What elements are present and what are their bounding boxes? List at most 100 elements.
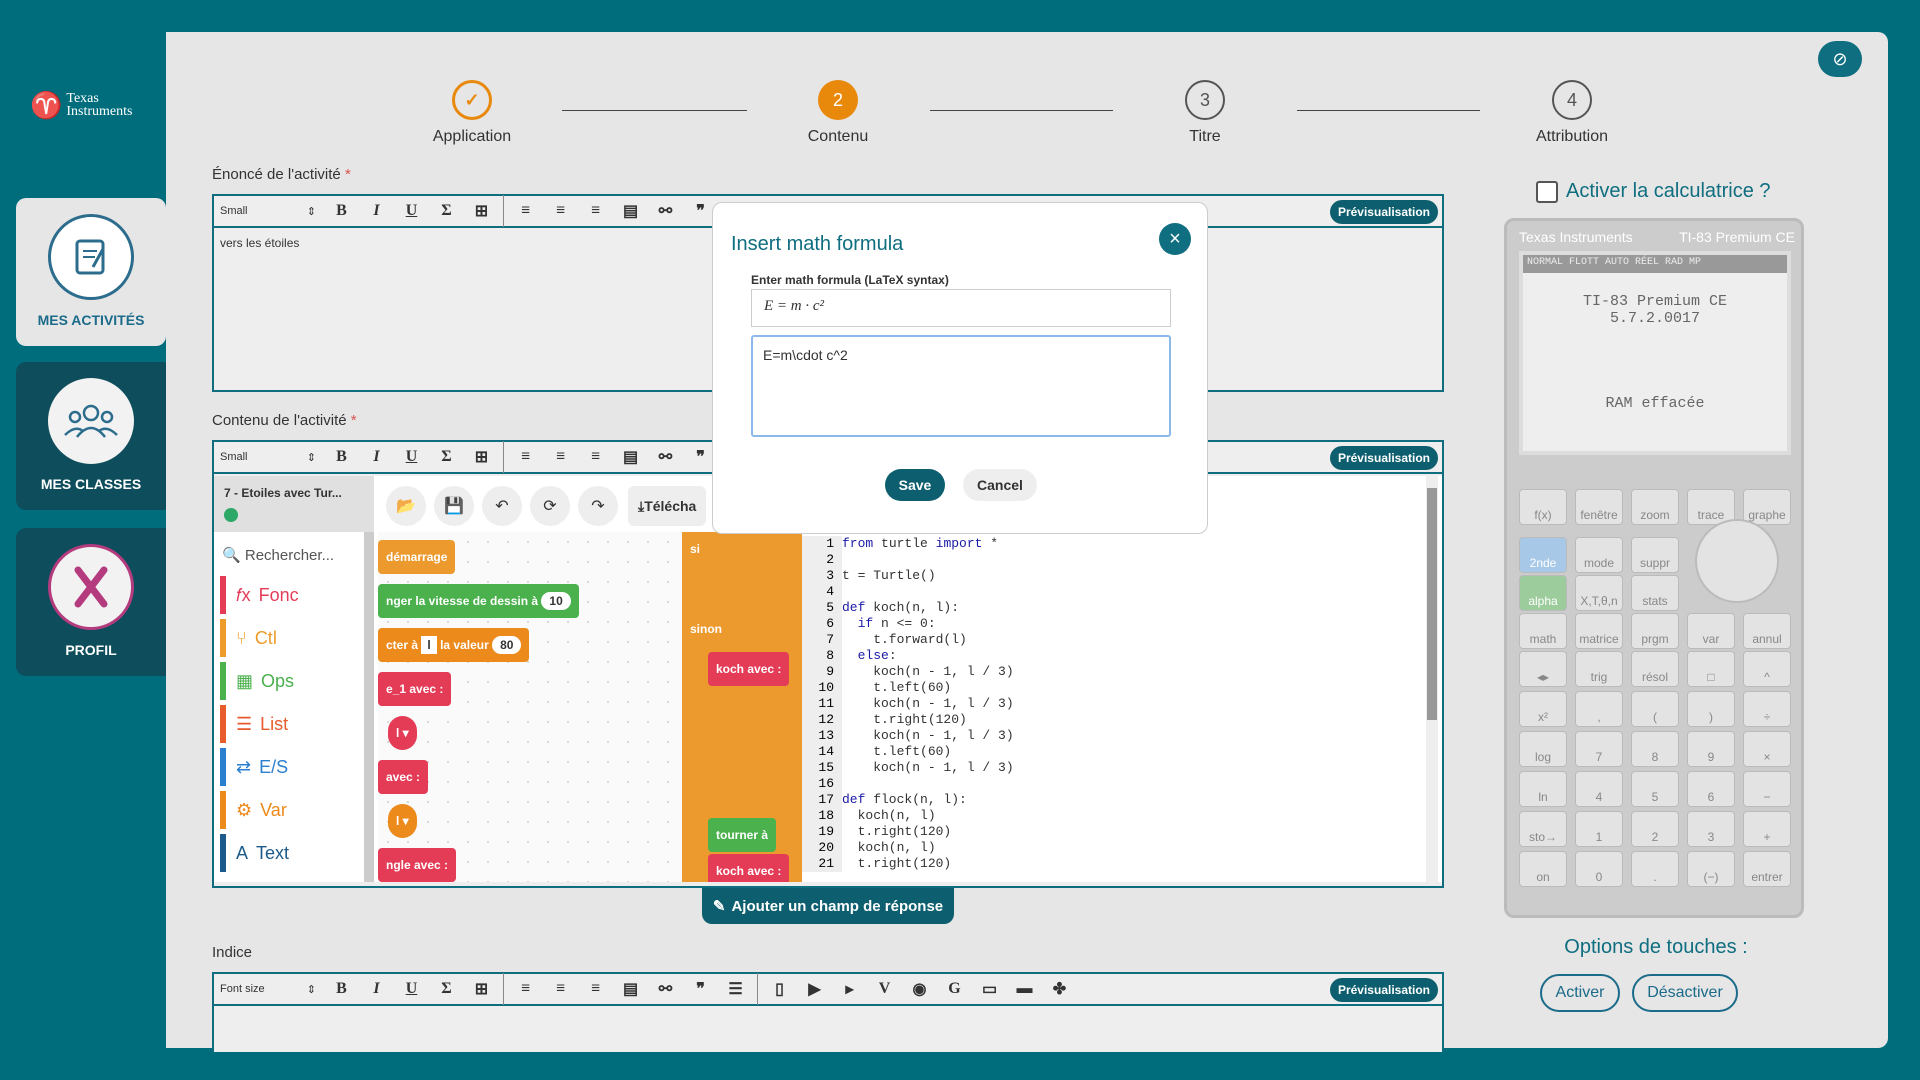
calc-key[interactable]: 2nde — [1519, 537, 1567, 573]
align-center-icon[interactable]: ≡ — [543, 202, 578, 220]
python-icon[interactable]: ✤ — [1042, 979, 1077, 999]
file-icon[interactable]: ▤ — [613, 979, 648, 999]
calc-key[interactable]: 0 — [1575, 851, 1623, 887]
bold-button[interactable]: B — [324, 448, 359, 466]
calc-key[interactable]: ÷ — [1743, 691, 1791, 727]
code-line[interactable]: 9 koch(n - 1, l / 3) — [802, 664, 1182, 680]
code-line[interactable]: 16 — [802, 776, 1182, 792]
youtube-icon[interactable]: ▶ — [797, 979, 832, 999]
calc-key[interactable]: 3 — [1687, 811, 1735, 847]
font-size-select[interactable]: Font size ⇕ — [220, 983, 324, 996]
calc-key[interactable]: ◂▸ — [1519, 651, 1567, 687]
calc-key[interactable]: var — [1687, 613, 1735, 649]
undo-icon[interactable]: ↶ — [482, 486, 522, 526]
table-icon[interactable]: ⊞ — [464, 201, 499, 221]
step-attribution[interactable]: 4 Attribution — [1502, 80, 1642, 146]
align-left-icon[interactable]: ≡ — [508, 980, 543, 998]
code-line[interactable]: 5 def koch(n, l): — [802, 600, 1182, 616]
cancel-button[interactable]: Cancel — [963, 469, 1037, 501]
calc-key[interactable]: matrice — [1575, 613, 1623, 649]
calc-key[interactable]: sto→ — [1519, 811, 1567, 847]
code-line[interactable]: 20 koch(n, l) — [802, 840, 1182, 856]
align-center-icon[interactable]: ≡ — [543, 980, 578, 998]
sync-icon[interactable]: ⟳ — [530, 486, 570, 526]
calc-key[interactable]: . — [1631, 851, 1679, 887]
code-line[interactable]: 8 else: — [802, 648, 1182, 664]
calc-key[interactable]: annul — [1743, 613, 1791, 649]
sigma-icon[interactable]: Σ — [429, 980, 464, 998]
iframe-icon[interactable]: ▭ — [972, 979, 1007, 999]
calc-key[interactable]: ( — [1631, 691, 1679, 727]
calc-key[interactable]: suppr — [1631, 537, 1679, 573]
category-var[interactable]: ⚙ Var — [220, 791, 360, 829]
calc-key[interactable]: − — [1743, 771, 1791, 807]
code-line[interactable]: 2 — [802, 552, 1182, 568]
code-line[interactable]: 3t = Turtle() — [802, 568, 1182, 584]
pdf-icon[interactable]: ▯ — [762, 979, 797, 999]
calc-key[interactable]: + — [1743, 811, 1791, 847]
bold-button[interactable]: B — [324, 202, 359, 220]
scroll-thumb[interactable] — [1427, 488, 1437, 720]
embed-icon[interactable]: ▬ — [1007, 980, 1042, 998]
step-application[interactable]: ✓ Application — [402, 80, 542, 146]
calc-key[interactable]: ) — [1687, 691, 1735, 727]
calc-key[interactable]: 4 — [1575, 771, 1623, 807]
call-block[interactable]: ngle avec : — [378, 848, 457, 882]
align-right-icon[interactable]: ≡ — [578, 980, 613, 998]
start-block[interactable]: démarrage — [378, 540, 456, 574]
block-canvas[interactable]: démarrage nger la vitesse de dessin à 10… — [378, 532, 802, 882]
code-line[interactable]: 10 t.left(60) — [802, 680, 1182, 696]
step-content[interactable]: 2 Contenu — [768, 80, 908, 146]
underline-button[interactable]: U — [394, 448, 429, 466]
code-line[interactable]: 4 — [802, 584, 1182, 600]
font-size-select[interactable]: Small ⇕ — [220, 205, 324, 218]
redo-icon[interactable]: ↷ — [578, 486, 618, 526]
calc-key[interactable]: (−) — [1687, 851, 1735, 887]
calc-key[interactable]: ^ — [1743, 651, 1791, 687]
align-left-icon[interactable]: ≡ — [508, 448, 543, 466]
category-fonc[interactable]: 𝑓x Fonc — [220, 576, 360, 614]
open-folder-icon[interactable]: 📂 — [386, 486, 426, 526]
table-icon[interactable]: ⊞ — [464, 447, 499, 467]
assign-block[interactable]: cter à l la valeur 80 — [378, 628, 530, 662]
calc-key[interactable]: mode — [1575, 537, 1623, 573]
block-value[interactable]: 10 — [541, 592, 571, 610]
code-line[interactable]: 18 koch(n, l) — [802, 808, 1182, 824]
code-line[interactable]: 21 t.right(120) — [802, 856, 1182, 872]
arg-block[interactable]: l ▾ — [388, 804, 417, 838]
preview-button[interactable]: Prévisualisation — [1329, 978, 1438, 1002]
calc-key[interactable]: X,T,θ,n — [1575, 575, 1623, 611]
google-icon[interactable]: G — [937, 980, 972, 998]
calc-key[interactable]: f(x) — [1519, 489, 1567, 525]
calc-key[interactable]: entrer — [1743, 851, 1791, 887]
file-icon[interactable]: ▤ — [613, 447, 648, 467]
activate-keys-button[interactable]: Activer — [1540, 974, 1620, 1012]
calc-key[interactable]: ln — [1519, 771, 1567, 807]
code-line[interactable]: 6 if n <= 0: — [802, 616, 1182, 632]
code-line[interactable]: 12 t.right(120) — [802, 712, 1182, 728]
close-icon[interactable]: × — [1159, 223, 1191, 255]
block-value[interactable]: 80 — [492, 636, 522, 654]
formula-input[interactable] — [751, 335, 1171, 437]
speed-block[interactable]: nger la vitesse de dessin à 10 — [378, 584, 579, 618]
code-line[interactable]: 1 from turtle import * — [802, 536, 1182, 552]
add-answer-field-button[interactable]: ✎ Ajouter un champ de réponse — [702, 888, 954, 924]
align-center-icon[interactable]: ≡ — [543, 448, 578, 466]
save-button[interactable]: Save — [885, 469, 945, 501]
calc-key[interactable]: 1 — [1575, 811, 1623, 847]
checkbox[interactable] — [1536, 180, 1558, 203]
calc-key[interactable]: graphe — [1743, 489, 1791, 525]
link-icon[interactable]: ⚯ — [648, 447, 683, 467]
italic-button[interactable]: I — [359, 980, 394, 998]
enable-calculator-toggle[interactable]: Activer la calculatrice ? — [1536, 180, 1771, 203]
quote-icon[interactable]: ❞ — [683, 979, 718, 999]
nav-profile[interactable]: PROFIL — [16, 528, 166, 676]
calc-key[interactable]: □ — [1687, 651, 1735, 687]
font-size-select[interactable]: Small ⇕ — [220, 451, 324, 464]
calc-key[interactable]: fenêtre — [1575, 489, 1623, 525]
vimeo-icon[interactable]: V — [867, 980, 902, 998]
align-left-icon[interactable]: ≡ — [508, 202, 543, 220]
calc-key[interactable]: zoom — [1631, 489, 1679, 525]
calc-key[interactable]: math — [1519, 613, 1567, 649]
nav-my-activities[interactable]: MES ACTIVITÉS — [16, 198, 166, 346]
